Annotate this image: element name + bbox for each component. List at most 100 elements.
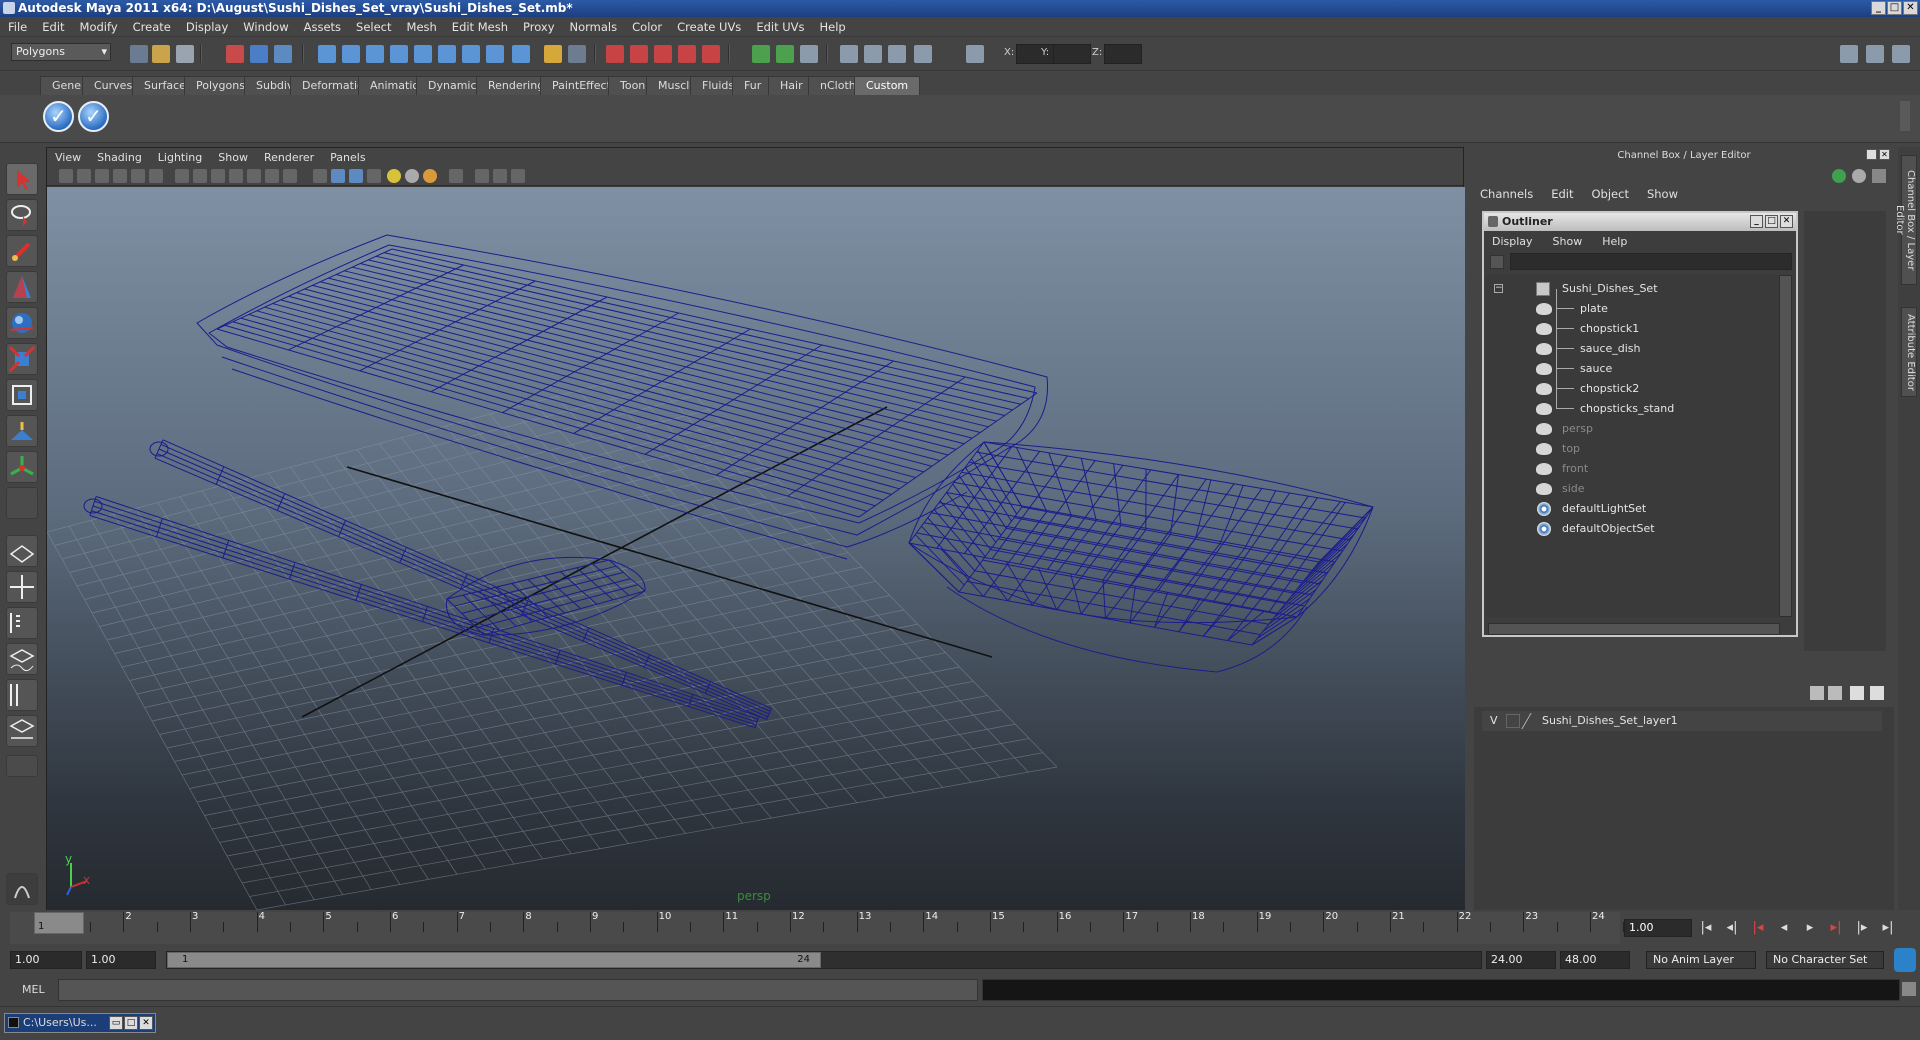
shelf-checkmark-button-2[interactable]: ✓ [78, 101, 109, 132]
close-window-button[interactable]: ✕ [139, 1016, 153, 1030]
output-ops-icon[interactable] [776, 45, 794, 63]
play-forwards-button[interactable]: ▸ [1800, 919, 1820, 937]
smooth-shade-icon[interactable] [331, 169, 345, 183]
grid-toggle-icon[interactable] [175, 169, 189, 183]
auto-key-toggle-icon[interactable] [1894, 948, 1916, 972]
outliner-item[interactable]: top [1486, 439, 1780, 459]
snap-to-view-plane-icon[interactable] [678, 45, 696, 63]
perspective-viewport[interactable]: View Shading Lighting Show Renderer Panels [46, 147, 1465, 910]
lasso-tool-icon[interactable] [6, 199, 38, 231]
select-by-deformer-icon[interactable] [414, 45, 432, 63]
command-language-label[interactable]: MEL [22, 983, 45, 996]
outliner-item[interactable]: chopsticks_stand [1486, 389, 1780, 419]
play-backwards-button[interactable]: ◂ [1774, 919, 1794, 937]
shadows-icon[interactable] [405, 169, 419, 183]
animation-end-field[interactable]: 48.00 [1560, 951, 1630, 969]
move-tool-icon[interactable] [6, 271, 38, 303]
isolate-select-icon[interactable] [449, 169, 463, 183]
outliner-item[interactable]: chopstick2 [1486, 369, 1780, 399]
maximize-button[interactable]: □ [1887, 1, 1902, 15]
step-forward-key-button[interactable]: ▸| [1826, 919, 1846, 937]
select-hierarchy-icon[interactable] [226, 45, 244, 63]
playback-start-field[interactable]: 1.00 [86, 951, 156, 969]
step-back-key-button[interactable]: |◂ [1748, 919, 1768, 937]
menu-proxy[interactable]: Proxy [523, 20, 555, 34]
film-gate-icon[interactable] [193, 169, 207, 183]
wireframe-mode-icon[interactable] [313, 169, 327, 183]
menu-create[interactable]: Create [133, 20, 171, 34]
attribute-editor-side-tab[interactable]: Attribute Editor [1901, 307, 1917, 397]
viewport-menu-view[interactable]: View [55, 151, 81, 164]
select-camera-icon[interactable] [59, 169, 73, 183]
universal-manipulator-icon[interactable] [6, 379, 38, 411]
layer-row[interactable]: V Sushi_Dishes_Set_layer1 [1482, 711, 1882, 731]
two-d-pan-zoom-icon[interactable] [131, 169, 145, 183]
outliner-item[interactable]: sauce [1486, 349, 1780, 379]
new-layer-icon[interactable] [1850, 686, 1864, 700]
outliner-item[interactable]: sauce_dish [1486, 329, 1780, 359]
range-slider-handle[interactable]: 1 24 [167, 952, 821, 968]
animation-start-field[interactable]: 1.00 [10, 951, 82, 969]
menu-color[interactable]: Color [632, 20, 662, 34]
current-time-field[interactable]: 1.00 [1624, 919, 1692, 937]
highlight-selection-icon[interactable] [568, 45, 586, 63]
maximize-window-button[interactable]: □ [124, 1016, 138, 1030]
last-tool-slot[interactable] [6, 487, 38, 519]
playback-end-field[interactable]: 24.00 [1486, 951, 1556, 969]
xray-icon[interactable] [475, 169, 489, 183]
safe-title-icon[interactable] [283, 169, 297, 183]
outliner-item[interactable]: side [1486, 479, 1780, 499]
shelf-checkmark-button-1[interactable]: ✓ [43, 101, 74, 132]
outliner-menu-help[interactable]: Help [1602, 235, 1627, 248]
menu-create-uvs[interactable]: Create UVs [677, 20, 741, 34]
field-chart-icon[interactable] [247, 169, 261, 183]
viewport-menu-renderer[interactable]: Renderer [264, 151, 314, 164]
outliner-item[interactable]: defaultLightSet [1486, 499, 1780, 519]
go-to-start-button[interactable]: |◂ [1696, 919, 1716, 937]
snap-to-grid-icon[interactable] [606, 45, 624, 63]
menu-display[interactable]: Display [186, 20, 228, 34]
persp-graph-outliner-layout-icon[interactable] [6, 715, 38, 747]
y-coord-field[interactable] [1053, 44, 1091, 64]
anim-layer-dropdown[interactable]: No Anim Layer [1646, 951, 1756, 969]
viewport-scene[interactable]: y x persp [47, 187, 1465, 910]
select-tool-icon[interactable] [6, 163, 38, 195]
ipr-render-icon[interactable] [864, 45, 882, 63]
channel-box-mode-icon[interactable] [1832, 169, 1846, 183]
persp-graph-layout-icon[interactable] [6, 643, 38, 675]
select-by-handle-icon[interactable] [318, 45, 336, 63]
menu-assets[interactable]: Assets [304, 20, 341, 34]
construction-history-icon[interactable] [800, 45, 818, 63]
menu-select[interactable]: Select [356, 20, 391, 34]
outliner-item[interactable]: chopstick1 [1486, 309, 1780, 339]
select-by-curve-icon[interactable] [366, 45, 384, 63]
snap-to-point-icon[interactable] [654, 45, 672, 63]
outliner-item[interactable]: defaultObjectSet [1486, 519, 1780, 539]
help-question-icon[interactable] [512, 45, 530, 63]
shelf-scroll-arrows[interactable] [1900, 101, 1910, 131]
channel-box-menu-channels[interactable]: Channels [1480, 187, 1533, 201]
outliner-close-button[interactable]: ✕ [1780, 215, 1793, 228]
camera-attributes-icon[interactable] [77, 169, 91, 183]
minimized-console-window[interactable]: C:\Users\Us... ▭ □ ✕ [4, 1013, 156, 1033]
outliner-menu-display[interactable]: Display [1492, 235, 1533, 248]
high-quality-icon[interactable] [423, 169, 437, 183]
channel-box-menu-show[interactable]: Show [1647, 187, 1678, 201]
hypershade-icon[interactable] [914, 45, 932, 63]
viewport-menu-panels[interactable]: Panels [330, 151, 365, 164]
image-plane-icon[interactable] [113, 169, 127, 183]
select-by-misc-icon[interactable] [486, 45, 504, 63]
outliner-vertical-scrollbar[interactable] [1779, 275, 1792, 617]
current-frame-marker[interactable]: 1 [34, 912, 84, 934]
backface-culling-icon[interactable] [511, 169, 525, 183]
safe-action-icon[interactable] [265, 169, 279, 183]
select-by-render-icon[interactable] [462, 45, 480, 63]
viewport-menu-show[interactable]: Show [218, 151, 248, 164]
toggle-tool-settings-icon[interactable] [1866, 45, 1884, 63]
menu-normals[interactable]: Normals [570, 20, 618, 34]
menu-file[interactable]: File [8, 20, 27, 34]
outliner-menu-show[interactable]: Show [1553, 235, 1583, 248]
script-editor-icon[interactable] [1902, 982, 1916, 996]
channel-box-side-tab[interactable]: Channel Box / Layer Editor [1894, 155, 1917, 285]
outliner-filter-icon[interactable] [1490, 255, 1504, 269]
